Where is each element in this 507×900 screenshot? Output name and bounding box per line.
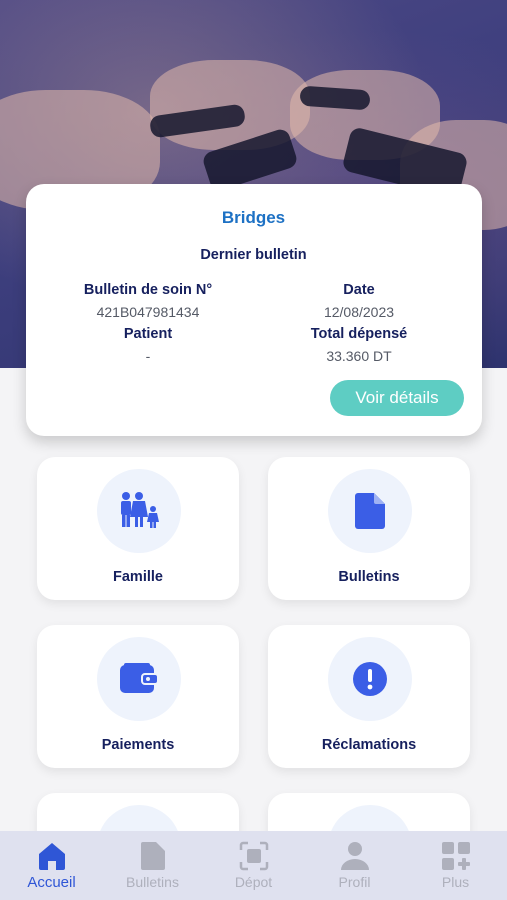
tab-bulletins[interactable]: Bulletins xyxy=(102,831,203,900)
document-icon xyxy=(328,469,412,553)
home-icon xyxy=(39,843,65,870)
tab-depot[interactable]: Dépot xyxy=(203,831,304,900)
total-spent-label: Total dépensé xyxy=(310,326,408,342)
bulletin-number-label: Bulletin de soin N° xyxy=(83,282,213,298)
tab-label-profil: Profil xyxy=(338,874,371,890)
grid-plus-icon xyxy=(442,842,470,870)
tile-bulletins[interactable]: Bulletins xyxy=(268,457,470,600)
user-icon xyxy=(341,842,369,870)
brand-name: Bridges xyxy=(221,208,286,227)
scan-icon xyxy=(239,841,269,871)
tile-label-reclamations: Réclamations xyxy=(321,737,417,753)
date-label: Date xyxy=(343,282,375,298)
bottom-tab-bar: Accueil Bulletins Dépot Profil Plus xyxy=(0,831,507,900)
date-value: 12/08/2023 xyxy=(323,304,395,320)
family-icon xyxy=(97,469,181,553)
tab-label-accueil: Accueil xyxy=(27,874,76,891)
patient-label: Patient xyxy=(123,326,173,342)
wallet-icon xyxy=(97,637,181,721)
tab-profil[interactable]: Profil xyxy=(304,831,405,900)
patient-value: - xyxy=(145,348,151,364)
bulletin-number-value: 421B047981434 xyxy=(96,304,200,320)
tab-accueil[interactable]: Accueil xyxy=(1,831,102,900)
tab-label-bulletins: Bulletins xyxy=(126,874,179,890)
alert-icon xyxy=(328,637,412,721)
document-icon xyxy=(141,842,165,870)
tile-paiements[interactable]: Paiements xyxy=(37,625,239,768)
tab-label-depot: Dépot xyxy=(234,874,273,890)
tile-label-bulletins: Bulletins xyxy=(338,569,400,585)
tile-label-famille: Famille xyxy=(113,569,163,585)
tile-reclamations[interactable]: Réclamations xyxy=(268,625,470,768)
card-title: Dernier bulletin xyxy=(200,247,307,263)
tile-label-paiements: Paiements xyxy=(101,737,175,753)
tab-label-plus: Plus xyxy=(441,874,470,890)
view-details-button[interactable]: Voir détails xyxy=(330,380,464,416)
tile-famille[interactable]: Famille xyxy=(37,457,239,600)
total-spent-value: 33.360 DT xyxy=(326,348,392,364)
tab-plus[interactable]: Plus xyxy=(405,831,506,900)
